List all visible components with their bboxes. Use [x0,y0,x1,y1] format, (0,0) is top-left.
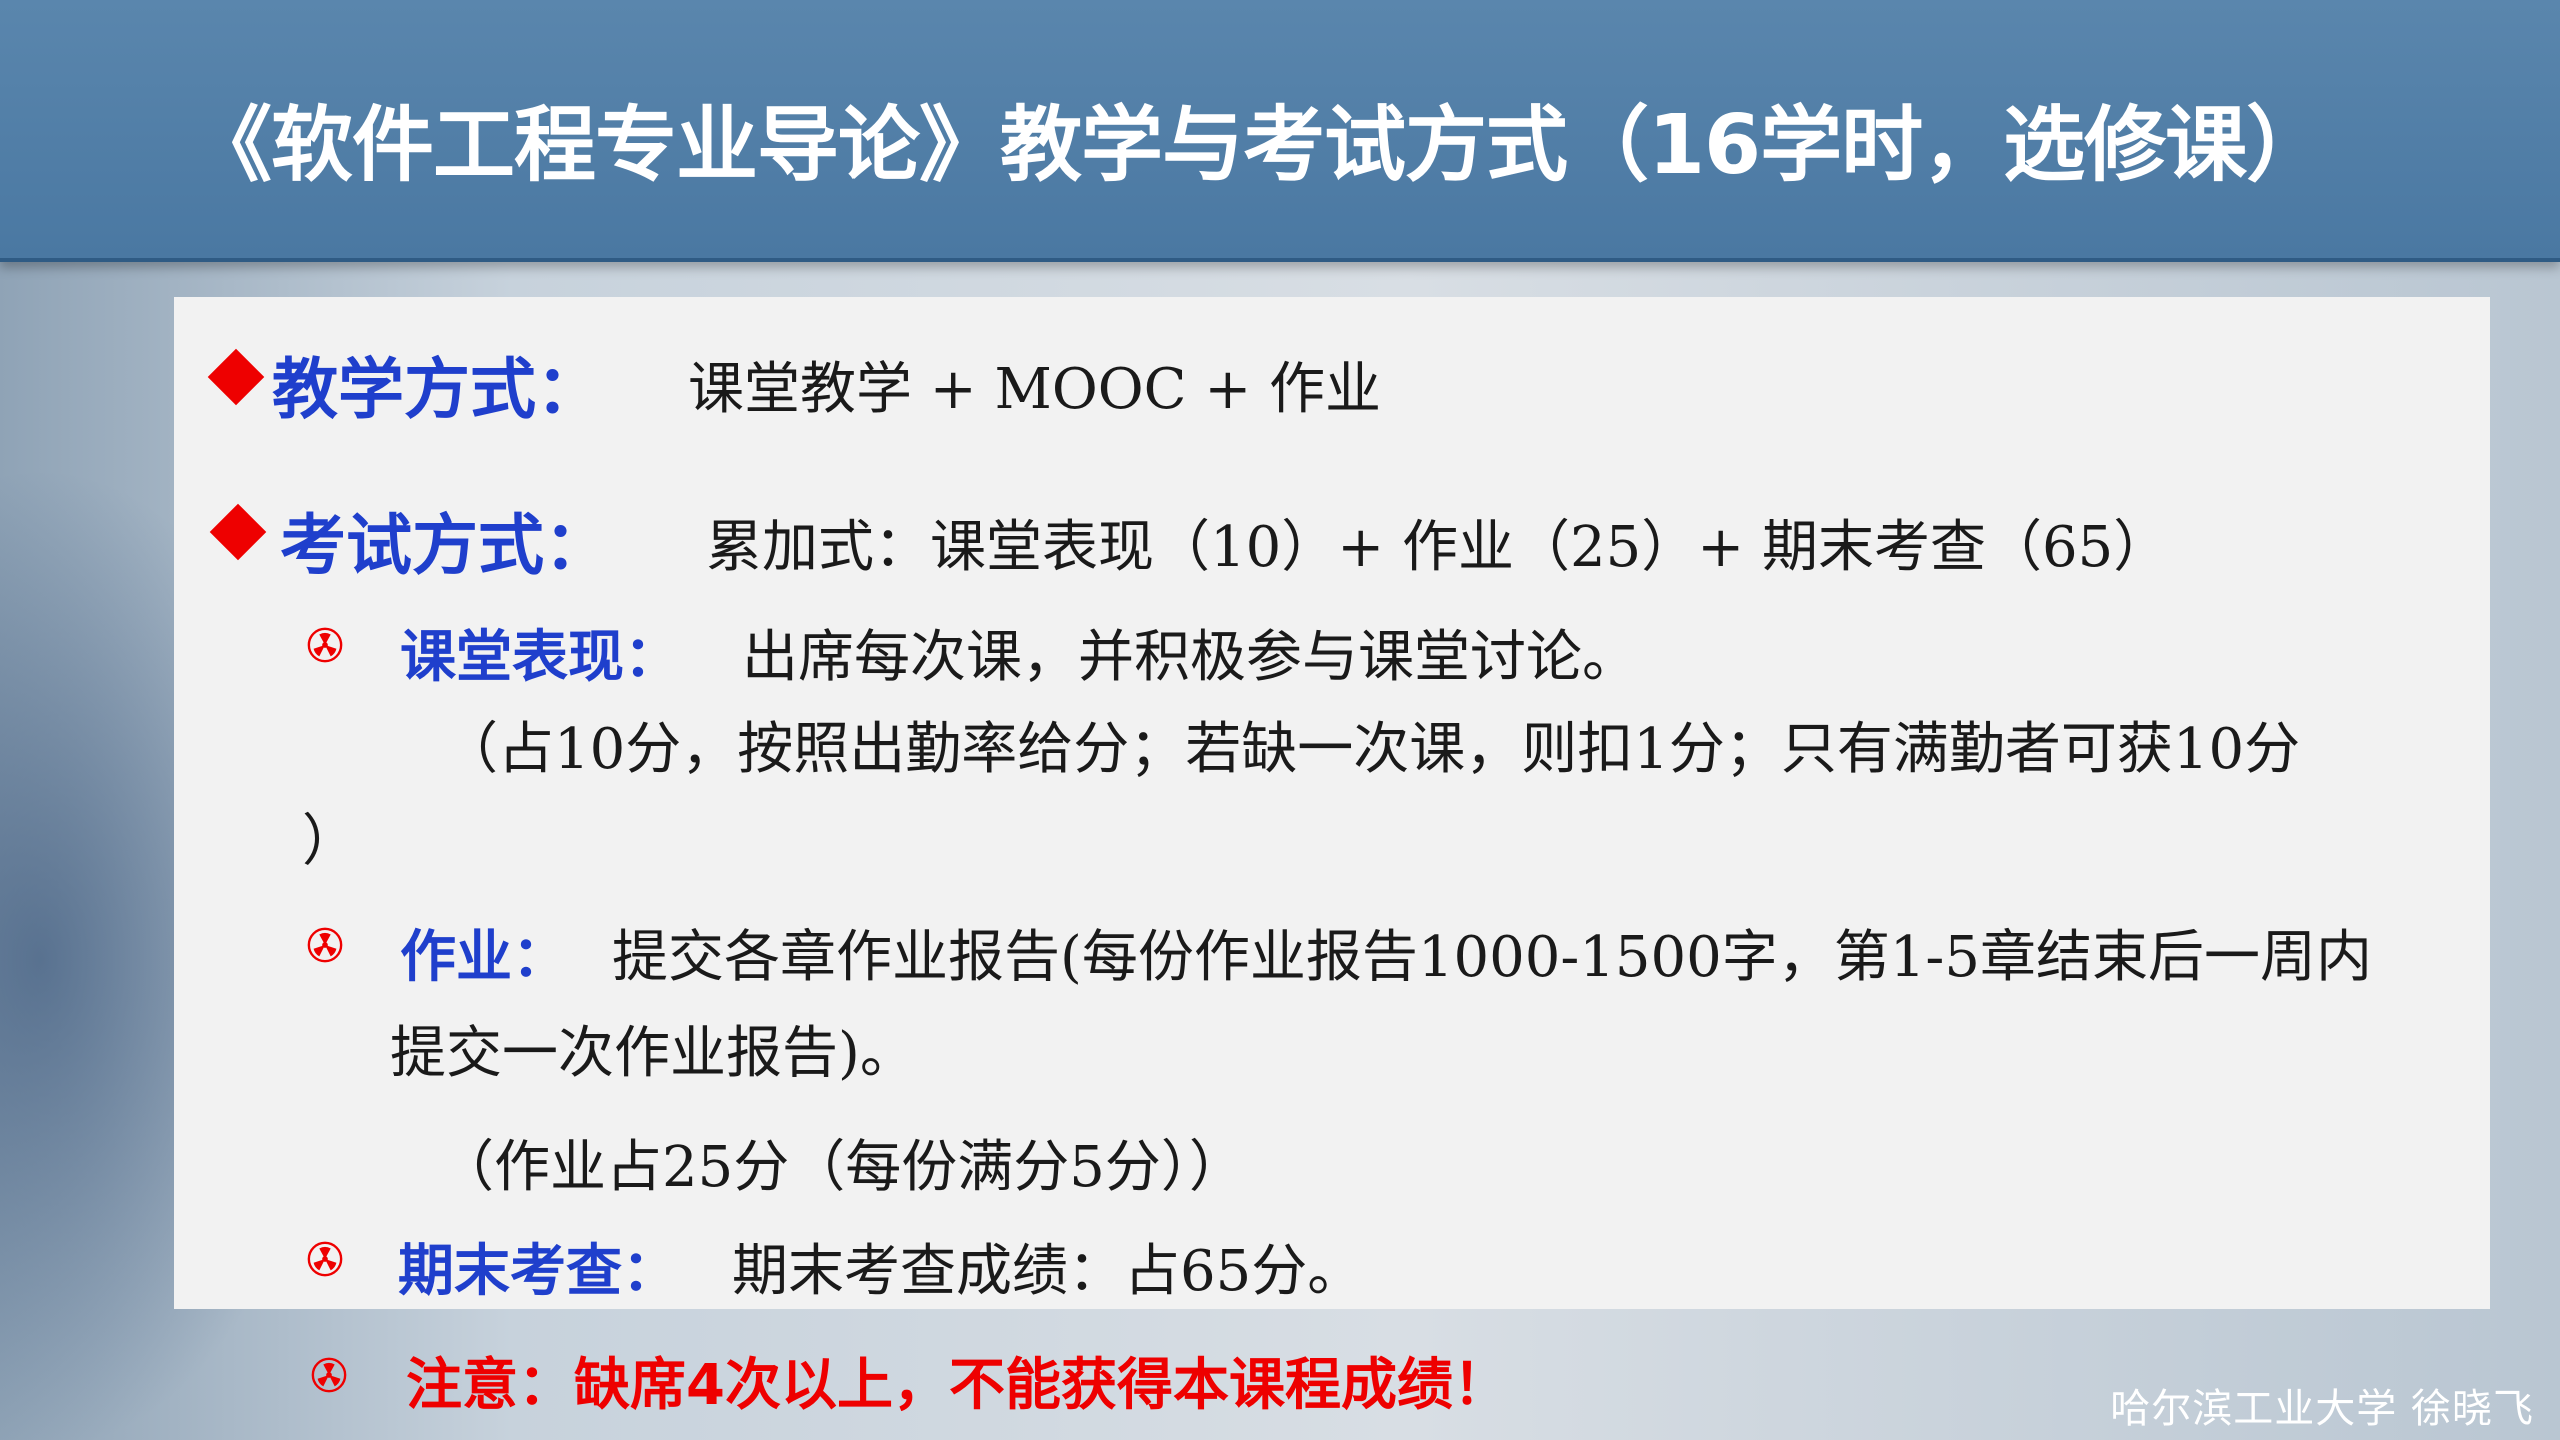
radiation-trefoil-icon [307,1241,343,1277]
footer-credit: 哈尔滨工业大学 徐晓飞 [2110,1386,2534,1432]
item-detail-homework: （作业占25分（每份满分5分）） [438,1135,1245,1200]
radiation-trefoil-icon [311,1357,347,1393]
item-text-homework: 提交各章作业报告(每份作业报告1000-1500字，第1-5章结束后一周内 [612,925,2372,990]
item-text-performance: 出席每次课，并积极参与课堂讨论。 [742,625,1638,690]
item-label-final: 期末考查： [398,1239,678,1304]
item-detail-performance-cont: ） [302,809,358,874]
radiation-trefoil-icon [307,927,343,963]
slide-title: 《软件工程专业导论》教学与考试方式（16学时，选修课） [190,98,2328,193]
item-text-homework-cont: 提交一次作业报告)。 [390,1021,916,1086]
notice-text: 注意：缺席4次以上，不能获得本课程成绩！ [406,1353,1509,1418]
teaching-value: 课堂教学 + MOOC + 作业 [688,357,1382,422]
radiation-trefoil-icon [307,627,343,663]
item-text-final: 期末考查成绩：占65分。 [732,1239,1364,1304]
item-label-homework: 作业： [400,925,568,990]
title-bar: 《软件工程专业导论》教学与考试方式（16学时，选修课） [0,0,2560,262]
exam-label: 考试方式： [280,507,610,584]
item-label-performance: 课堂表现： [400,625,680,690]
exam-value: 累加式：课堂表现（10）+ 作业（25）+ 期末考查（65） [706,515,2170,580]
item-detail-performance: （占10分，按照出勤率给分；若缺一次课，则扣1分；只有满勤者可获10分 [442,717,2301,782]
teaching-label: 教学方式： [272,351,602,428]
